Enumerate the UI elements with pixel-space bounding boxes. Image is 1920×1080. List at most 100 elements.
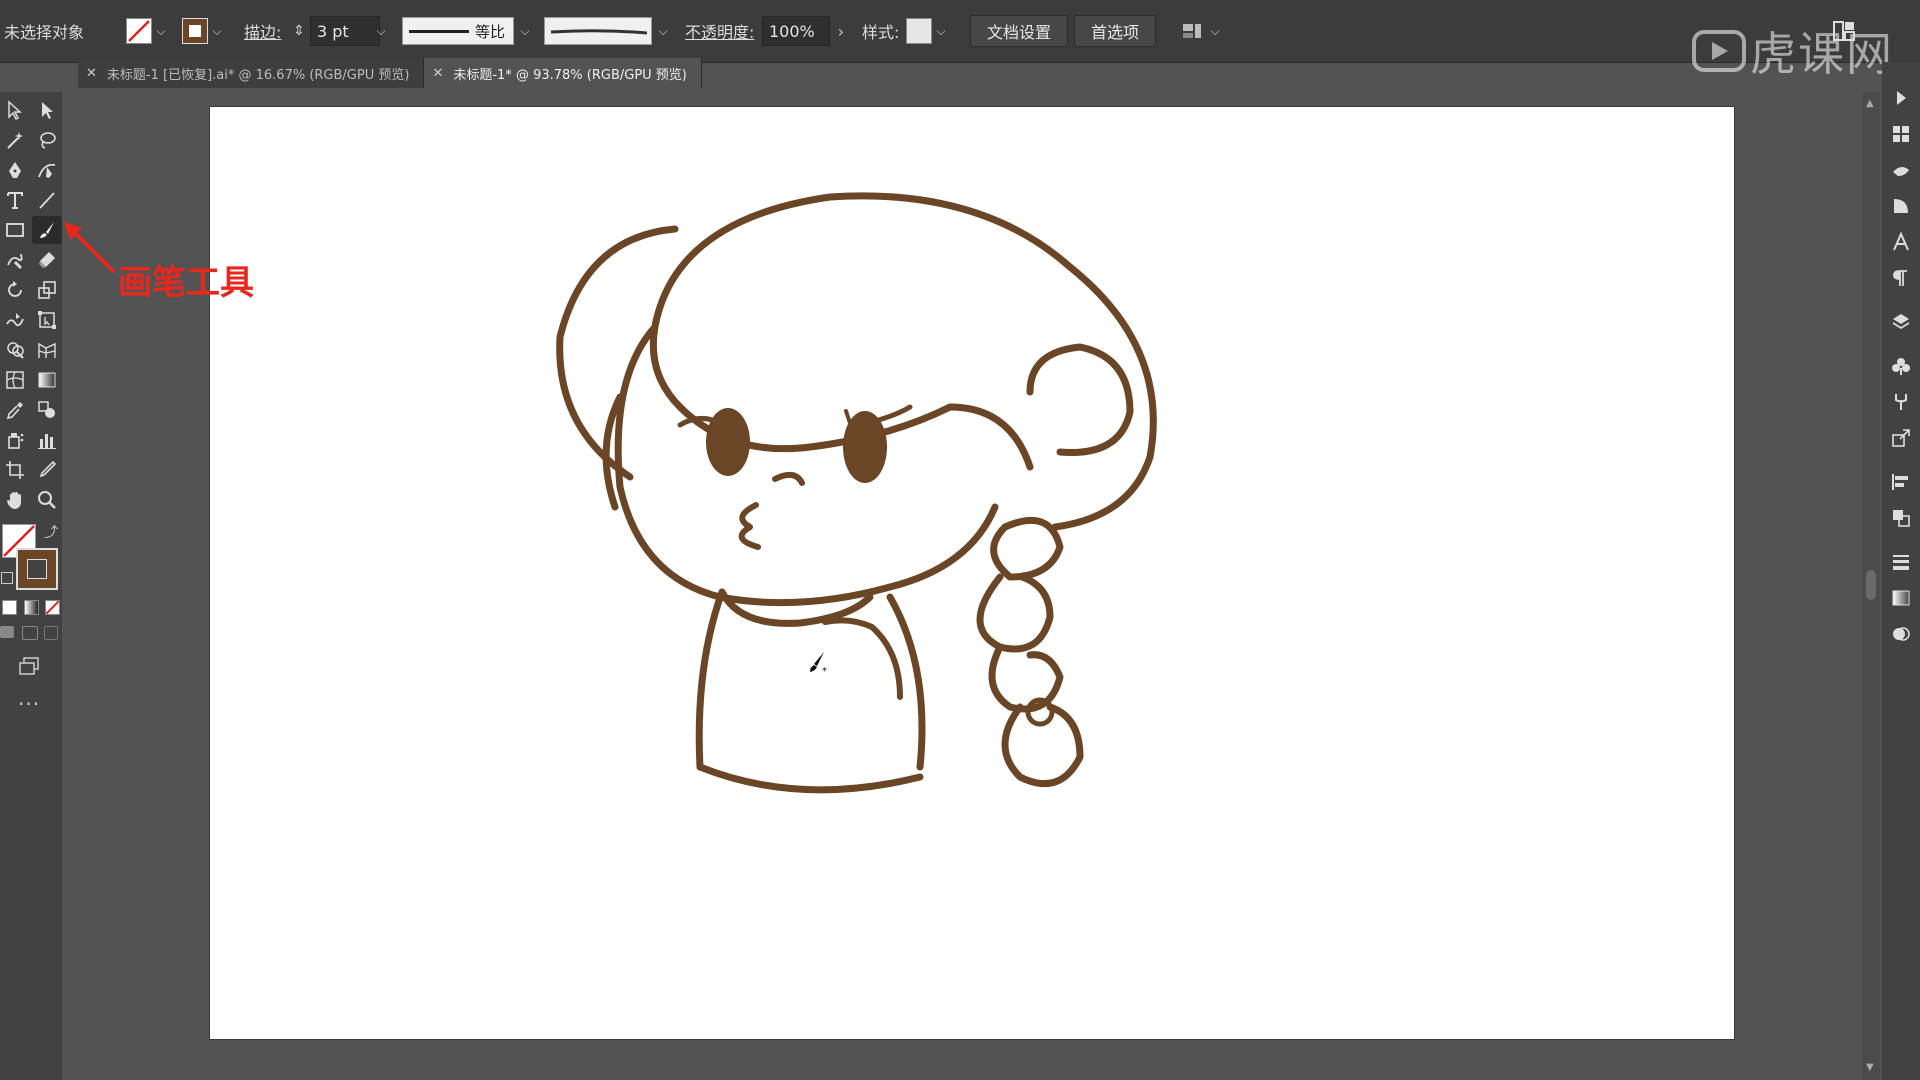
expand-panels-icon[interactable] [1889, 86, 1913, 110]
scrollbar-thumb[interactable] [1866, 570, 1876, 600]
style-chevron-icon[interactable]: ⌵ [932, 14, 950, 48]
arrange-documents-icon[interactable] [1180, 14, 1206, 48]
style-label: 样式: [862, 23, 900, 42]
rectangle-tool-icon[interactable] [0, 216, 30, 244]
symbols-panel-icon[interactable] [1889, 354, 1913, 378]
opacity-label[interactable]: 不透明度: [685, 14, 754, 48]
scroll-down-icon[interactable]: ▼ [1866, 1062, 1874, 1073]
tab-label: 未标题-1* @ 93.78% (RGB/GPU 预览) [453, 67, 687, 83]
brush-chevron-icon[interactable]: ⌵ [654, 14, 672, 48]
fill-swatch[interactable] [126, 14, 152, 48]
nose-stroke [772, 471, 805, 486]
swatches-panel-icon[interactable] [1889, 122, 1913, 146]
tab-label: 未标题-1 [已恢复].ai* @ 16.67% (RGB/GPU 预览) [106, 67, 410, 83]
scroll-up-icon[interactable]: ▲ [1866, 98, 1874, 109]
color-guide-icon[interactable] [1889, 194, 1913, 218]
right-bun-stroke [1026, 343, 1134, 456]
asset-export-icon[interactable] [1889, 426, 1913, 450]
align-panel-icon[interactable] [1889, 470, 1913, 494]
zoom-tool-icon[interactable] [32, 486, 62, 514]
stroke-swatch[interactable] [182, 14, 208, 48]
eyedropper-icon[interactable] [0, 396, 30, 424]
stroke-color-swatch[interactable] [16, 548, 58, 590]
pathfinder-icon[interactable] [1889, 506, 1913, 530]
draw-behind-icon[interactable] [22, 626, 38, 640]
stroke-weight-field[interactable]: 3 pt [310, 16, 380, 46]
graphic-style-swatch[interactable] [906, 18, 932, 44]
stroke-panel-icon[interactable] [1889, 550, 1913, 574]
gradient-mode-icon[interactable] [24, 600, 39, 615]
edit-toolbar-more-icon[interactable]: ··· [18, 692, 40, 716]
layers-panel-icon[interactable] [1889, 310, 1913, 334]
selection-tool-icon[interactable] [0, 96, 30, 124]
type-tool-icon[interactable] [0, 186, 30, 214]
symbol-sprayer-icon[interactable] [0, 426, 30, 454]
tools-panel: ⤴ ··· [0, 92, 62, 1080]
lasso-icon[interactable] [32, 126, 62, 154]
artboard[interactable]: * [210, 107, 1734, 1039]
mesh-tool-icon[interactable] [0, 366, 30, 394]
draw-inside-icon[interactable] [44, 626, 58, 640]
no-fill-icon [126, 18, 152, 44]
stroke-dropdown-chevron-icon[interactable]: ⌵ [208, 14, 226, 48]
rotate-tool-icon[interactable] [0, 276, 30, 304]
paragraph-panel-icon[interactable] [1889, 266, 1913, 290]
brush-cursor-icon: * [810, 652, 827, 677]
variable-width-profile[interactable]: 等比 [402, 17, 514, 45]
graph-tool-icon[interactable] [32, 426, 62, 454]
stroke-weight-chevron-icon[interactable]: ⌵ [372, 14, 390, 48]
blend-tool-icon[interactable] [32, 396, 62, 424]
profile-chevron-icon[interactable]: ⌵ [516, 14, 534, 48]
line-tool-icon[interactable] [32, 186, 62, 214]
vertical-scrollbar[interactable]: ▲ ▼ [1862, 92, 1880, 1080]
gradient-tool-icon[interactable] [32, 366, 62, 394]
control-bar: 未选择对象 ⌵ ⌵ 描边: ⇕ 3 pt ⌵ 等比 ⌵ ⌵ 不透明度: 100%… [0, 0, 1920, 81]
slice-tool-icon[interactable] [32, 456, 62, 484]
opacity-field[interactable]: 100% [762, 16, 830, 46]
free-transform-icon[interactable] [32, 306, 62, 334]
paintbrush-tool-icon[interactable] [32, 216, 62, 244]
close-tab-icon[interactable]: ✕ [86, 66, 97, 81]
draw-normal-icon[interactable] [0, 626, 14, 638]
character-panel-icon[interactable] [1889, 230, 1913, 254]
preferences-button[interactable]: 首选项 [1074, 15, 1157, 47]
artboard-tool-icon[interactable] [0, 456, 30, 484]
close-tab-icon[interactable]: ✕ [432, 66, 443, 81]
eraser-tool-icon[interactable] [32, 246, 62, 274]
stroke-weight-stepper-icon[interactable]: ⇕ [290, 14, 308, 48]
head-outline-stroke [656, 192, 1157, 531]
perspective-grid-icon[interactable] [32, 336, 62, 364]
puppet-warp-icon[interactable] [1889, 390, 1913, 414]
direct-selection-tool-icon[interactable] [32, 96, 62, 124]
arrange-chevron-icon[interactable]: ⌵ [1206, 14, 1224, 48]
color-mode-icon[interactable] [2, 600, 17, 615]
transparency-panel-icon[interactable] [1889, 622, 1913, 646]
arm-stroke [822, 617, 903, 700]
swap-fill-stroke-icon[interactable]: ⤴ [44, 522, 58, 542]
shaper-tool-icon[interactable] [0, 246, 30, 274]
brushes-panel-icon[interactable] [1889, 158, 1913, 182]
shape-builder-icon[interactable] [0, 336, 30, 364]
workspace-switcher-icon[interactable] [1830, 14, 1858, 48]
tab-document-recovered[interactable]: ✕ 未标题-1 [已恢复].ai* @ 16.67% (RGB/GPU 预览) [78, 58, 425, 88]
scale-tool-icon[interactable] [32, 276, 62, 304]
warp-tool-icon[interactable] [0, 306, 30, 334]
right-eye [843, 411, 887, 483]
default-colors-icon[interactable] [1, 572, 13, 584]
gradient-panel-icon[interactable] [1889, 586, 1913, 610]
curvature-tool-icon[interactable] [32, 156, 62, 184]
fill-dropdown-chevron-icon[interactable]: ⌵ [152, 14, 170, 48]
screen-mode-icon[interactable] [14, 652, 44, 680]
pen-tool-icon[interactable] [0, 156, 30, 184]
stroke-label[interactable]: 描边: [244, 14, 281, 48]
braid-lower-stroke [988, 643, 1064, 713]
magic-wand-icon[interactable] [0, 126, 30, 154]
brush-definition[interactable] [544, 17, 652, 45]
document-setup-button[interactable]: 文档设置 [970, 15, 1069, 47]
none-mode-icon[interactable] [45, 600, 60, 615]
hand-tool-icon[interactable] [0, 486, 30, 514]
face-outline-stroke [614, 323, 999, 607]
opacity-arrow-icon[interactable]: › [832, 14, 850, 48]
tab-document-active[interactable]: ✕ 未标题-1* @ 93.78% (RGB/GPU 预览) [424, 58, 702, 88]
braid-middle-stroke [976, 573, 1054, 653]
